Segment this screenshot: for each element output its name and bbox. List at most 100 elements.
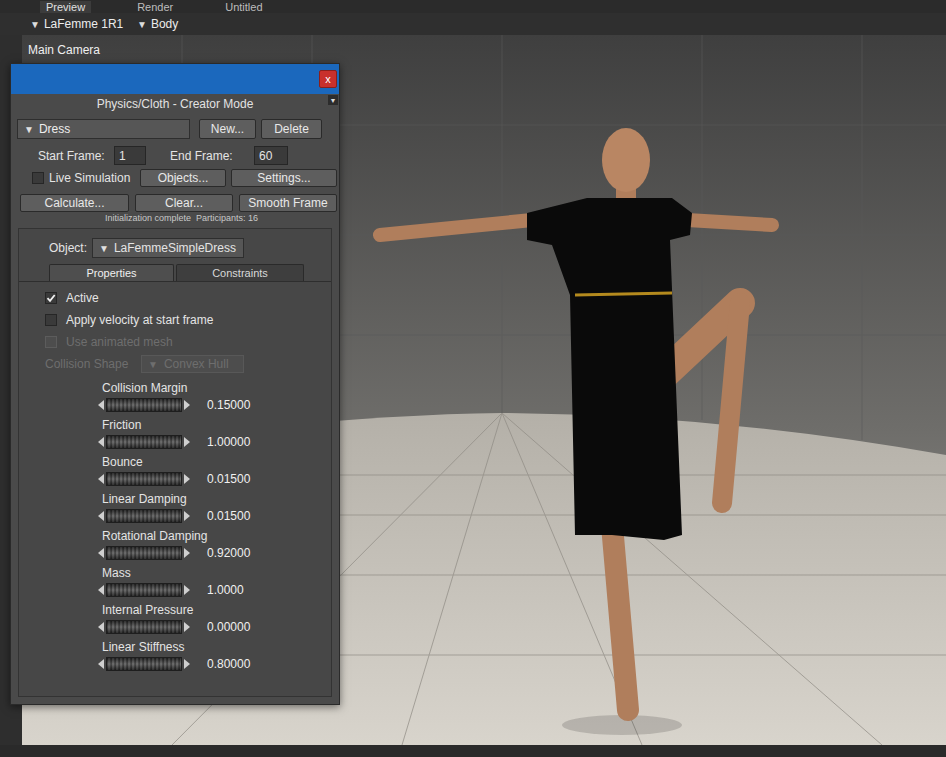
parameter-dial[interactable] <box>106 620 182 634</box>
parameter-value[interactable]: 1.0000 <box>207 581 244 599</box>
parameter-dial[interactable] <box>106 657 182 671</box>
simulation-name[interactable]: Dress <box>39 120 70 138</box>
parameter: Linear Damping0.01500 <box>19 492 331 529</box>
object-name[interactable]: LaFemmeSimpleDress <box>114 239 236 257</box>
parameter-dial[interactable] <box>106 472 182 486</box>
parameter-dial-row: 0.01500 <box>19 507 331 525</box>
option-label[interactable]: Apply velocity at start frame <box>66 311 213 329</box>
simulation-dropdown[interactable]: ▼ Dress <box>17 119 190 139</box>
dropdown-arrow-icon[interactable]: ▼ <box>24 122 34 137</box>
tab[interactable]: Constraints <box>176 264 304 281</box>
dial-shading <box>107 510 181 522</box>
parameter-value[interactable]: 0.92000 <box>207 544 250 562</box>
dropdown-arrow-icon[interactable]: ▼ <box>330 97 337 104</box>
parameter-dial-row: 0.01500 <box>19 470 331 488</box>
dial-shading <box>107 436 181 448</box>
dropdown-arrow-icon[interactable]: ▼ <box>99 241 109 256</box>
end-frame-value[interactable]: 60 <box>259 147 272 165</box>
tab[interactable]: Properties <box>49 264 174 281</box>
collision-shape-row: Collision Shape▼Convex Hull <box>19 353 331 375</box>
figure-menu[interactable]: ▼ LaFemme 1R1 <box>30 15 137 33</box>
decrement-arrow-icon[interactable] <box>98 585 104 595</box>
dial-shading <box>107 584 181 596</box>
checkbox[interactable] <box>45 292 57 304</box>
increment-arrow-icon[interactable] <box>184 622 190 632</box>
increment-arrow-icon[interactable] <box>184 548 190 558</box>
button[interactable]: Settings... <box>231 169 337 187</box>
parameter-value[interactable]: 0.01500 <box>207 470 250 488</box>
options: ActiveApply velocity at start frameUse a… <box>19 287 331 375</box>
decrement-arrow-icon[interactable] <box>98 548 104 558</box>
end-frame-input[interactable]: 60 <box>254 146 288 165</box>
panel-title-bar[interactable]: x <box>11 64 339 94</box>
part-menu[interactable]: ▼ Body <box>137 15 178 33</box>
parameter-value[interactable]: 0.15000 <box>207 396 250 414</box>
decrement-arrow-icon[interactable] <box>98 659 104 669</box>
decrement-arrow-icon[interactable] <box>98 400 104 410</box>
dropdown-arrow-icon[interactable]: ▼ <box>148 357 158 372</box>
button[interactable]: New... <box>199 119 256 139</box>
parameter-dial[interactable] <box>106 583 182 597</box>
parameter-dial[interactable] <box>106 398 182 412</box>
button[interactable]: Calculate... <box>20 194 129 212</box>
dropdown-arrow-icon[interactable]: ▼ <box>30 17 40 32</box>
option-row[interactable]: Active <box>19 287 331 309</box>
increment-arrow-icon[interactable] <box>184 585 190 595</box>
parameter: Friction1.00000 <box>19 418 331 455</box>
collision-shape-dropdown: ▼Convex Hull <box>141 355 244 373</box>
dropdown-arrow-icon[interactable]: ▼ <box>137 17 147 32</box>
action-row: Calculate... Clear... Smooth Frame <box>11 194 339 212</box>
top-tabs: Preview Render Untitled <box>0 0 946 13</box>
checkbox[interactable] <box>32 172 44 184</box>
decrement-arrow-icon[interactable] <box>98 474 104 484</box>
increment-arrow-icon[interactable] <box>184 400 190 410</box>
figure-name[interactable]: LaFemme 1R1 <box>44 15 123 33</box>
part-name[interactable]: Body <box>151 15 178 33</box>
decrement-arrow-icon[interactable] <box>98 511 104 521</box>
parameter-dial[interactable] <box>106 435 182 449</box>
tabs: PropertiesConstraints <box>19 264 331 282</box>
increment-arrow-icon[interactable] <box>184 474 190 484</box>
decrement-arrow-icon[interactable] <box>98 437 104 447</box>
live-simulation[interactable]: Live Simulation <box>32 169 140 187</box>
object-dropdown[interactable]: ▼ LaFemmeSimpleDress <box>92 238 244 258</box>
parameter-dial[interactable] <box>106 546 182 560</box>
parameter: Rotational Damping0.92000 <box>19 529 331 566</box>
check-icon <box>46 293 56 303</box>
start-frame-input[interactable]: 1 <box>114 146 146 165</box>
parameter-dial-row: 0.92000 <box>19 544 331 562</box>
increment-arrow-icon[interactable] <box>184 437 190 447</box>
parameter-label: Collision Margin <box>19 381 331 396</box>
button[interactable]: Smooth Frame <box>239 194 337 212</box>
parameter-dial[interactable] <box>106 509 182 523</box>
decrement-arrow-icon[interactable] <box>98 622 104 632</box>
view-tab[interactable]: Render <box>131 1 179 13</box>
status-text: Initialization complete Participants: 16 <box>11 212 339 224</box>
view-tab[interactable]: Preview <box>40 1 91 13</box>
increment-arrow-icon[interactable] <box>184 511 190 521</box>
option-label[interactable]: Active <box>66 289 99 307</box>
button[interactable]: Delete <box>261 119 322 139</box>
button[interactable]: Clear... <box>135 194 233 212</box>
parameter: Collision Margin0.15000 <box>19 381 331 418</box>
option-row[interactable]: Apply velocity at start frame <box>19 309 331 331</box>
close-button[interactable]: x <box>319 70 337 88</box>
physics-panel[interactable]: xPhysics/Cloth - Creator Mode▼▼DressNew.… <box>10 63 340 705</box>
checkbox[interactable] <box>45 314 57 326</box>
parameter-value[interactable]: 0.00000 <box>207 618 250 636</box>
button[interactable]: Objects... <box>140 169 226 187</box>
parameter-value[interactable]: 1.00000 <box>207 433 250 451</box>
increment-arrow-icon[interactable] <box>184 659 190 669</box>
start-frame-value[interactable]: 1 <box>119 147 126 165</box>
parameter-label: Linear Stiffness <box>19 640 331 655</box>
view-tab[interactable]: Untitled <box>219 1 268 13</box>
live-simulation-label[interactable]: Live Simulation <box>49 169 140 187</box>
object-row: Object:▼LaFemmeSimpleDress <box>19 238 331 258</box>
simulation-row: ▼ Dress New...Delete <box>11 119 339 139</box>
parameter-value[interactable]: 0.80000 <box>207 655 250 673</box>
camera-label[interactable]: Main Camera <box>28 41 100 59</box>
panel-menu[interactable]: ▼ <box>328 95 338 105</box>
parameter: Internal Pressure0.00000 <box>19 603 331 640</box>
parameter-value[interactable]: 0.01500 <box>207 507 250 525</box>
collision-shape-label: Collision Shape <box>45 355 141 373</box>
